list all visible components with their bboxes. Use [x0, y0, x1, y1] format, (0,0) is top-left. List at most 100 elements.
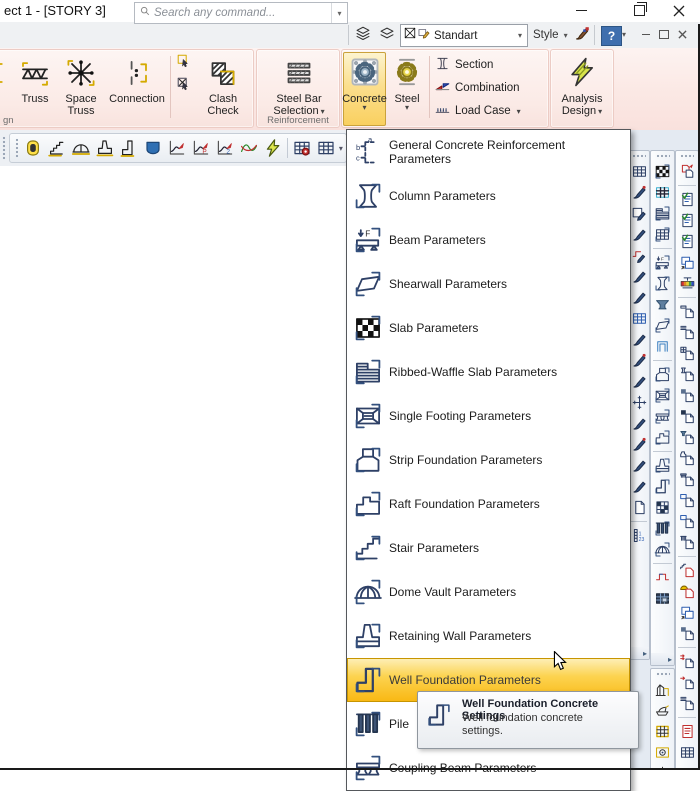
grid-block-button[interactable] — [651, 224, 674, 245]
rainbow-button[interactable] — [676, 273, 698, 294]
menu-item[interactable]: Strip Foundation Parameters — [347, 438, 630, 482]
strip-foundation-button[interactable] — [651, 364, 674, 385]
grid-gear-button[interactable] — [290, 136, 314, 160]
assign-brush-button[interactable] — [629, 287, 649, 308]
copy-settings-button[interactable] — [676, 161, 698, 182]
coupling-beam-button[interactable] — [651, 406, 674, 427]
menu-item[interactable]: Column Parameters — [347, 174, 630, 218]
toolbar-grip[interactable] — [15, 138, 18, 158]
assign-brush-button[interactable] — [629, 455, 649, 476]
menu-item[interactable]: Dome Vault Parameters — [347, 570, 630, 614]
toolbar-grip[interactable] — [680, 154, 694, 159]
page-arrow-button[interactable] — [676, 672, 698, 693]
blank-page-button[interactable] — [629, 497, 649, 518]
page-dark-button[interactable] — [676, 406, 698, 427]
assign-brush-red-button[interactable] — [629, 434, 649, 455]
well-foundation-button[interactable] — [651, 476, 674, 497]
toolbar-overflow-caret-icon[interactable]: ▾ — [338, 144, 344, 153]
page-blue-button[interactable] — [676, 511, 698, 532]
mdi-minimize-button[interactable] — [638, 27, 654, 42]
page-funnel-button[interactable] — [676, 427, 698, 448]
pile-blue-button[interactable] — [141, 136, 165, 160]
page-blue-button[interactable] — [676, 490, 698, 511]
toolbar-grip[interactable] — [632, 154, 646, 159]
building-button[interactable] — [651, 679, 674, 700]
assign-brush-button[interactable] — [629, 413, 649, 434]
page-pile-button[interactable] — [676, 532, 698, 553]
grid-button[interactable] — [676, 742, 698, 763]
grid-button[interactable] — [629, 161, 649, 182]
hook-edit-button[interactable] — [629, 245, 649, 266]
help-caret-icon[interactable]: ▾ — [622, 30, 626, 39]
page-block-button[interactable] — [676, 385, 698, 406]
slab-button[interactable] — [651, 161, 674, 182]
menu-item[interactable]: Ribbed-Waffle Slab Parameters — [347, 350, 630, 394]
chart-line-button[interactable] — [165, 136, 189, 160]
style-button[interactable]: Style ▾ — [533, 25, 568, 45]
single-footing-button[interactable] — [651, 385, 674, 406]
u-profile-button[interactable] — [651, 336, 674, 357]
grid-blue-button[interactable] — [629, 308, 649, 329]
menu-item[interactable]: Slab Parameters — [347, 306, 630, 350]
page-beam-button[interactable] — [676, 301, 698, 322]
toolbar-overflow-button[interactable]: ▸ — [629, 647, 649, 659]
format-painter-button[interactable] — [571, 25, 593, 46]
well-yellow-button[interactable] — [117, 136, 141, 160]
menu-item[interactable]: Stair Parameters — [347, 526, 630, 570]
select-remove-button[interactable] — [174, 77, 194, 97]
load-case-button[interactable]: Load Case — [434, 99, 521, 123]
dark-slab-button[interactable] — [651, 588, 674, 609]
assign-brush-red-button[interactable] — [629, 182, 649, 203]
red-report-button[interactable] — [676, 721, 698, 742]
grid-button[interactable] — [314, 136, 338, 160]
assign-brush-red-button[interactable] — [629, 350, 649, 371]
retaining-yellow-button[interactable] — [93, 136, 117, 160]
page-dome-red-button[interactable] — [676, 581, 698, 602]
assign-brush-button[interactable] — [629, 266, 649, 287]
concrete-button[interactable]: Concrete — [343, 52, 386, 126]
command-search-input[interactable]: Search any command... ▾ — [134, 2, 348, 24]
bolt-button[interactable] — [261, 136, 285, 160]
menu-item[interactable]: Shearwall Parameters — [347, 262, 630, 306]
menu-item[interactable]: Retaining Wall Parameters — [347, 614, 630, 658]
window-minimize-button[interactable] — [566, 0, 596, 21]
ribbed-waffle-slab-button[interactable] — [651, 203, 674, 224]
mdi-restore-button[interactable] — [656, 27, 672, 42]
mdi-close-button[interactable] — [674, 27, 690, 42]
menu-item[interactable]: Single Footing Parameters — [347, 394, 630, 438]
layer-stack-alt-button[interactable] — [376, 25, 398, 46]
layer-profile-combo[interactable]: Standart ▾ — [400, 24, 528, 47]
help-button[interactable]: ? — [601, 26, 622, 46]
window-edit-button[interactable] — [629, 203, 649, 224]
page-coupling-button[interactable] — [676, 469, 698, 490]
chart-p-button[interactable]: P — [189, 136, 213, 160]
boat-button[interactable] — [651, 700, 674, 721]
funnel-button[interactable] — [651, 294, 674, 315]
waffle-button[interactable] — [651, 182, 674, 203]
pages-button[interactable] — [676, 252, 698, 273]
page-block-button[interactable] — [676, 623, 698, 644]
menu-item[interactable]: Raft Foundation Parameters — [347, 482, 630, 526]
toolbar-grip[interactable] — [656, 154, 670, 159]
toolbar-grip[interactable] — [2, 136, 7, 160]
column-button[interactable] — [651, 273, 674, 294]
assign-brush-button[interactable] — [629, 329, 649, 350]
toolbar-overflow-button[interactable]: ▸ — [651, 653, 674, 665]
pages-button[interactable] — [676, 602, 698, 623]
page-ribbed-button[interactable] — [676, 322, 698, 343]
stair-yellow-button[interactable] — [45, 136, 69, 160]
profile-hook-button[interactable] — [651, 567, 674, 588]
pile-button[interactable] — [651, 518, 674, 539]
page-waffle-button[interactable] — [676, 343, 698, 364]
toolbar-grip[interactable] — [656, 672, 670, 677]
page-stair-red-button[interactable] — [676, 560, 698, 581]
section-button[interactable]: Section — [434, 53, 493, 77]
window-restore-button[interactable] — [624, 0, 654, 21]
menu-item[interactable]: bcaGeneral Concrete Reinforcement Parame… — [347, 130, 630, 174]
report-check-button[interactable] — [676, 231, 698, 252]
shearwall-button[interactable] — [651, 315, 674, 336]
dome-yellow-button[interactable] — [69, 136, 93, 160]
page-arrows-button[interactable] — [676, 651, 698, 672]
layer-stack-button[interactable] — [352, 25, 374, 46]
numbering-button[interactable]: 123 — [629, 525, 649, 546]
